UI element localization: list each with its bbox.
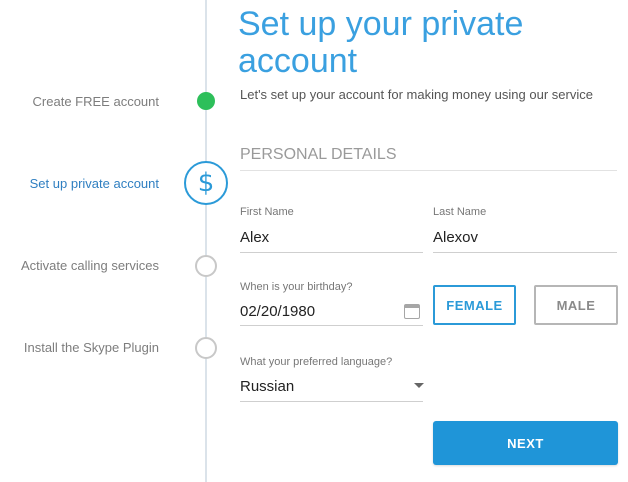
language-select[interactable]: Russian bbox=[240, 378, 294, 395]
first-name-input[interactable]: Alex bbox=[240, 229, 269, 246]
section-divider bbox=[240, 170, 617, 171]
first-name-underline bbox=[240, 252, 423, 253]
progress-rail bbox=[205, 0, 207, 482]
birthday-input[interactable]: 02/20/1980 bbox=[240, 303, 315, 320]
next-button[interactable]: NEXT bbox=[433, 421, 618, 465]
step-pending-dot bbox=[195, 255, 217, 277]
step-label-create-account[interactable]: Create FREE account bbox=[33, 94, 159, 109]
first-name-label: First Name bbox=[240, 206, 294, 218]
birthday-underline bbox=[240, 325, 423, 326]
step-label-install-plugin[interactable]: Install the Skype Plugin bbox=[24, 340, 159, 355]
chevron-down-icon[interactable] bbox=[414, 383, 424, 388]
last-name-input[interactable]: Alexov bbox=[433, 229, 478, 246]
female-button[interactable]: FEMALE bbox=[433, 285, 516, 325]
last-name-label: Last Name bbox=[433, 206, 487, 218]
step-label-activate-calling[interactable]: Activate calling services bbox=[21, 258, 159, 273]
page-title: Set up your private account bbox=[238, 5, 524, 80]
last-name-underline bbox=[433, 252, 617, 253]
step-label-private-account[interactable]: Set up private account bbox=[30, 176, 159, 191]
step-pending-dot bbox=[195, 337, 217, 359]
calendar-icon[interactable] bbox=[404, 304, 420, 319]
language-underline bbox=[240, 401, 423, 402]
section-title: PERSONAL DETAILS bbox=[240, 146, 397, 163]
language-label: What your preferred language? bbox=[240, 356, 393, 368]
male-button[interactable]: MALE bbox=[534, 285, 618, 325]
page-subtitle: Let's set up your account for making mon… bbox=[240, 87, 593, 102]
birthday-label: When is your birthday? bbox=[240, 281, 353, 293]
step-complete-dot bbox=[197, 92, 215, 110]
dollar-icon: $ bbox=[197, 168, 215, 198]
step-active-marker: $ bbox=[184, 161, 228, 205]
